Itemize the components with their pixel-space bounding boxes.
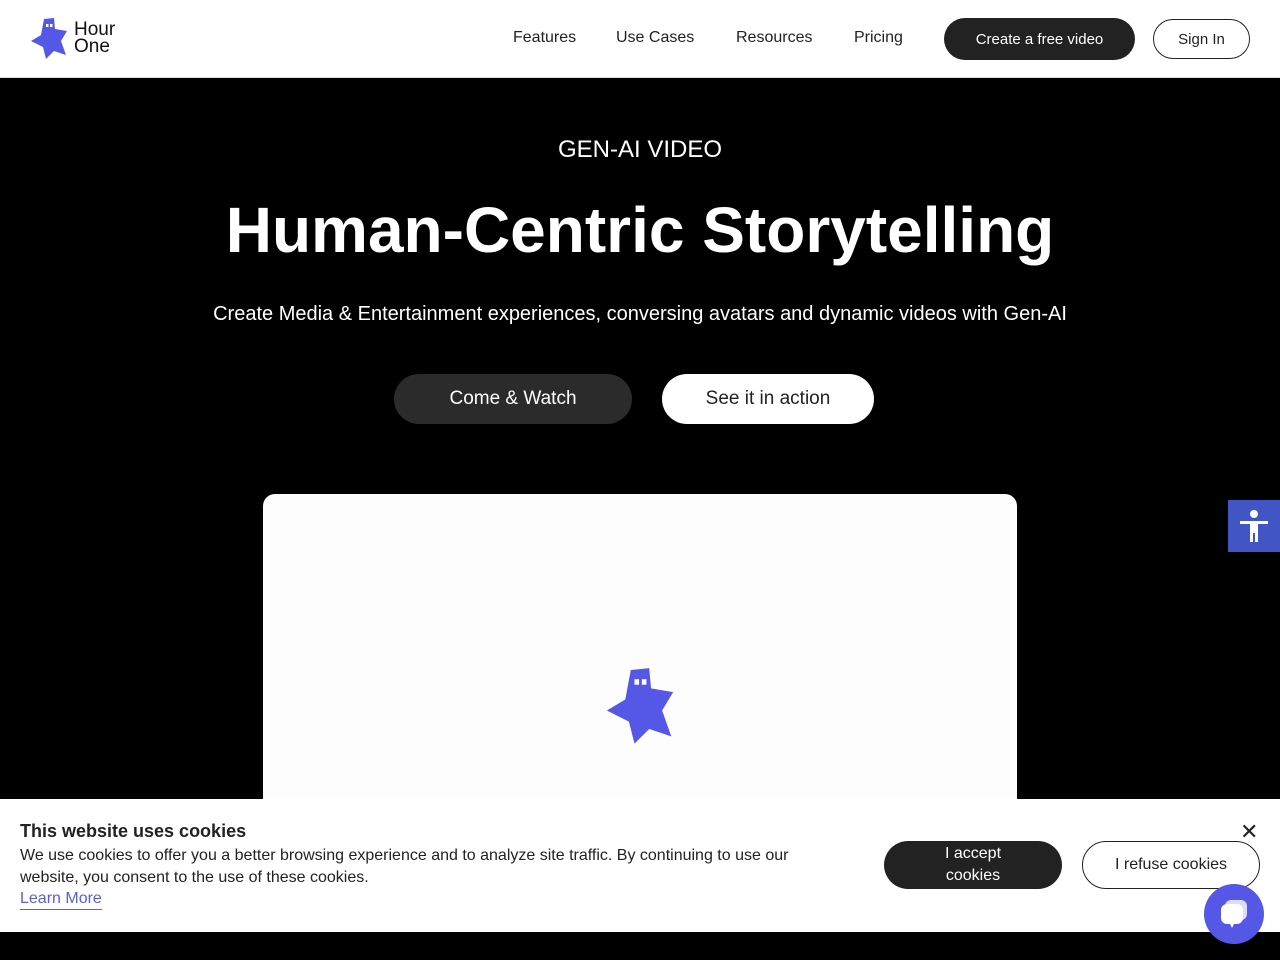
see-it-in-action-button[interactable]: See it in action [662,374,874,424]
logo-text-line2: One [74,36,110,57]
video-player[interactable] [263,494,1017,814]
hero-subtitle: Create Media & Entertainment experiences… [213,303,1067,325]
close-icon[interactable]: ✕ [1240,819,1258,845]
cookie-banner: This website uses cookies We use cookies… [0,799,1280,932]
accept-cookies-button[interactable]: I accept cookies [884,841,1062,889]
chat-button[interactable] [1204,884,1264,944]
nav-pricing[interactable]: Pricing [854,29,903,47]
accessibility-icon [1240,510,1268,542]
refuse-cookies-button[interactable]: I refuse cookies [1082,841,1260,889]
hero-eyebrow: GEN-AI VIDEO [557,136,723,163]
top-nav: Hour One Features Use Cases Resources Pri… [0,0,1280,78]
nav-resources[interactable]: Resources [736,29,812,47]
cookie-body: We use cookies to offer you a better bro… [20,847,789,886]
nav-features[interactable]: Features [513,29,576,47]
accessibility-button[interactable] [1228,500,1280,552]
hero-title: Human-Centric Storytelling [225,194,1055,266]
come-and-watch-button[interactable]: Come & Watch [394,374,632,424]
chat-icon [1221,900,1247,928]
sign-in-button[interactable]: Sign In [1153,19,1250,59]
cookie-title: This website uses cookies [20,821,247,841]
logo[interactable]: Hour One [30,17,115,59]
create-free-video-button[interactable]: Create a free video [944,18,1135,60]
nav-use-cases[interactable]: Use Cases [616,29,694,47]
star-logo-icon [31,18,67,59]
learn-more-link[interactable]: Learn More [20,889,102,910]
star-logo-loading-icon [606,668,674,744]
